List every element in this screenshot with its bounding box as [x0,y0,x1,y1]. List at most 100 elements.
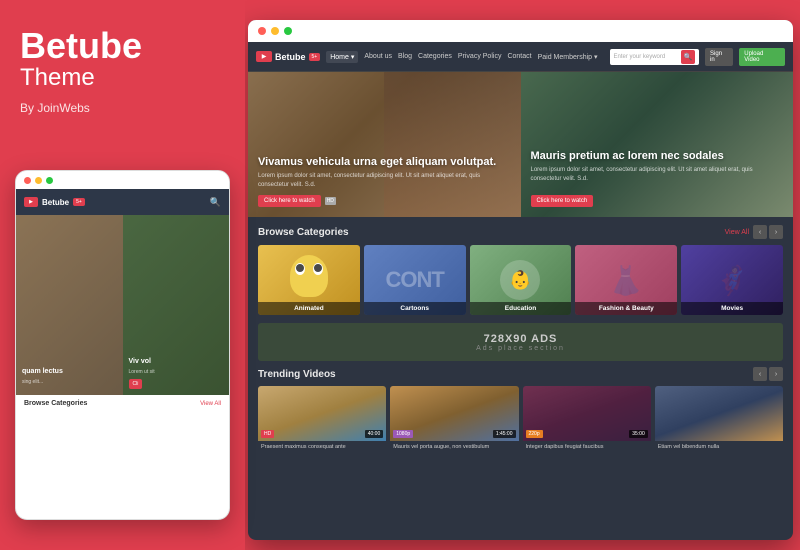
brand-theme: Theme [20,64,225,93]
nav-upload-button[interactable]: Upload Video [739,48,785,66]
mobile-hero-left: quam lectus sing elit... [16,215,123,395]
mobile-logo-area: Betube 5+ [24,197,85,207]
mobile-search-icon[interactable]: 🔍 [210,197,221,208]
brand-by: By JoinWebs [20,101,225,115]
browse-header: Browse Categories View All ‹ › [258,225,783,239]
brand-name: Betube [20,28,225,64]
nav-badge: 5+ [309,53,321,61]
video-thumb-1: HD 40:00 [258,386,386,441]
ads-subtitle: Ads place section [476,345,565,352]
nav-logo-text: Betube [275,52,306,62]
video-thumb-4 [655,386,783,441]
mobile-play-icon [24,197,38,207]
video-badge-2: 1080p [393,430,413,438]
mobile-nav: Betube 5+ 🔍 [16,189,229,215]
nav-play-icon [256,51,272,62]
nav-search-placeholder: Enter your keyword [614,54,682,60]
mobile-browse-text: Browse Categories [24,400,87,407]
trending-title: Trending Videos [258,369,336,380]
nav-search-button[interactable]: 🔍 [681,50,695,64]
video-title-1: Praesent maximus consequat ante [258,441,386,454]
trending-prev-arrow[interactable]: ‹ [753,367,767,381]
hero-right-desc: Lorem ipsum dolor sit amet, consectetur … [531,166,784,183]
mobile-hero-left-title: quam lectus [22,368,117,376]
desktop-mockup: Betube 5+ Home ▾ About us Blog Categorie… [248,20,793,540]
desktop-nav: Betube 5+ Home ▾ About us Blog Categorie… [248,42,793,72]
category-fashion[interactable]: 👗 Fashion & Beauty [575,245,677,315]
browse-nav-arrows: ‹ › [753,225,783,239]
cat-cartoons-label: Cartoons [364,302,466,315]
hd-badge: HD [325,197,336,205]
nav-home[interactable]: Home ▾ [326,51,358,63]
mobile-mockup: Betube 5+ 🔍 quam lectus sing elit... Viv… [15,170,230,520]
mobile-top-bar [16,171,229,189]
hero-right: Mauris pretium ac lorem nec sodales Lore… [521,72,794,217]
nav-contact[interactable]: Contact [507,53,531,60]
nav-membership[interactable]: Paid Membership ▾ [538,53,598,61]
category-animated[interactable]: Animated [258,245,360,315]
mobile-badge: 5+ [73,198,85,206]
mobile-hero-btn[interactable]: Cli [129,379,143,389]
hero-left-title: Vivamus vehicula urna eget aliquam volut… [258,155,511,169]
category-cartoons[interactable]: CONT Cartoons [364,245,466,315]
category-education[interactable]: 👶 Education [470,245,572,315]
video-badge-1: HD [261,430,274,438]
video-item-2[interactable]: 1080p 1:45:00 Mauris vel porta augue, no… [390,386,518,458]
browse-section-right: View All ‹ › [725,225,783,239]
mobile-view-all[interactable]: View All [200,401,221,407]
video-item-1[interactable]: HD 40:00 Praesent maximus consequat ante [258,386,386,458]
hero-right-btn[interactable]: Click here to watch [531,195,594,207]
mobile-logo-text: Betube [42,198,69,207]
nav-search-box[interactable]: Enter your keyword 🔍 [610,49,700,65]
video-thumb-2: 1080p 1:45:00 [390,386,518,441]
video-duration-3: 35:00 [629,430,648,438]
video-item-3[interactable]: 220p 35:00 Integer dapibus feugiat fauci… [523,386,651,458]
cat-fashion-label: Fashion & Beauty [575,302,677,315]
mobile-browse-bar: Browse Categories View All [16,395,229,412]
hero-left-desc: Lorem ipsum dolor sit amet, consectetur … [258,172,511,189]
browse-categories-section: Browse Categories View All ‹ › [248,217,793,323]
ads-banner: 728X90 ADS Ads place section [258,323,783,361]
nav-blog[interactable]: Blog [398,53,412,60]
nav-signin-button[interactable]: Sign in [705,48,733,66]
trending-header: Trending Videos ‹ › [248,361,793,386]
nav-about[interactable]: About us [364,53,392,60]
mobile-dot-yellow [35,177,42,184]
video-grid: HD 40:00 Praesent maximus consequat ante… [248,386,793,458]
desktop-top-bar [248,20,793,42]
nav-logo-area: Betube 5+ [256,51,320,62]
video-thumb-3: 220p 35:00 [523,386,651,441]
nav-categories[interactable]: Categories [418,53,452,60]
category-grid: Animated CONT Cartoons 👶 Education 👗 [258,245,783,315]
mobile-dot-red [24,177,31,184]
browse-next-arrow[interactable]: › [769,225,783,239]
mobile-hero-right-title: Viv vol [129,358,224,366]
video-item-4[interactable]: Etiam vel bibendum nulla [655,386,783,458]
video-badge-3: 220p [526,430,543,438]
browse-view-all[interactable]: View All [725,229,749,236]
cat-movies-label: Movies [681,302,783,315]
video-title-3: Integer dapibus feugiat faucibus [523,441,651,454]
cat-education-label: Education [470,302,572,315]
left-panel: Betube Theme By JoinWebs Betube 5+ 🔍 qua… [0,0,245,550]
video-title-4: Etiam vel bibendum nulla [655,441,783,454]
desktop-dot-green [284,27,292,35]
mobile-dot-green [46,177,53,184]
video-duration-2: 1:45:00 [493,430,516,438]
hero-section: Vivamus vehicula urna eget aliquam volut… [248,72,793,217]
mobile-hero-right-sub: Lorem ut sit [129,369,224,375]
mobile-hero-area: quam lectus sing elit... Viv vol Lorem u… [16,215,229,395]
mobile-hero-right: Viv vol Lorem ut sit Cli [123,215,230,395]
trending-next-arrow[interactable]: › [769,367,783,381]
trending-nav-arrows: ‹ › [753,367,783,381]
nav-privacy[interactable]: Privacy Policy [458,53,502,60]
mobile-hero-left-sub: sing elit... [22,379,117,385]
video-title-2: Mauris vel porta augue, non vestibulum [390,441,518,454]
category-movies[interactable]: 🦸 Movies [681,245,783,315]
cat-animated-label: Animated [258,302,360,315]
hero-left-btn[interactable]: Click here to watch [258,195,321,207]
browse-prev-arrow[interactable]: ‹ [753,225,767,239]
video-duration-1: 40:00 [365,430,384,438]
hero-left: Vivamus vehicula urna eget aliquam volut… [248,72,521,217]
desktop-dot-yellow [271,27,279,35]
